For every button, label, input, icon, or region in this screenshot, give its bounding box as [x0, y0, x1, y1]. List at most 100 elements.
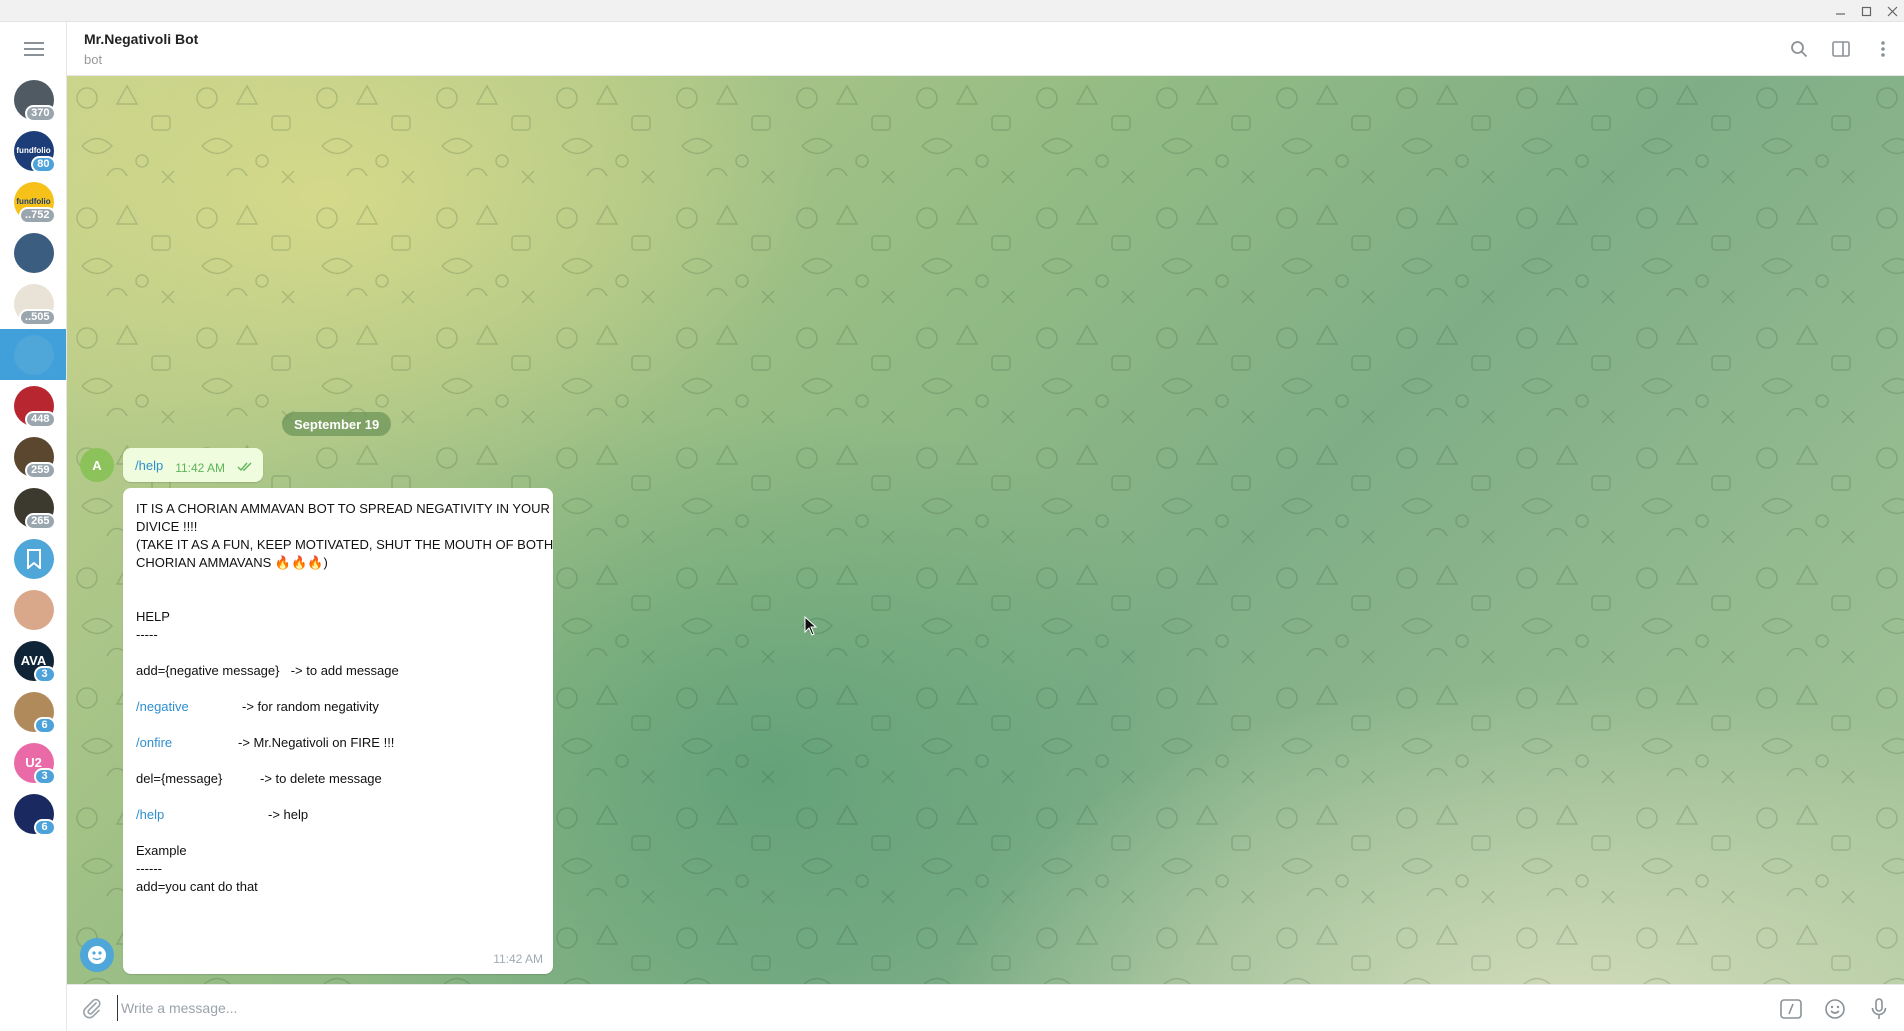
- rail-item[interactable]: 370: [0, 74, 66, 125]
- rail-item[interactable]: [0, 227, 66, 278]
- chat-rail: 370 fundfolio 80 fundfolio ..752 ..505 448 259 2…: [0, 22, 67, 1031]
- bot-avatar[interactable]: [80, 938, 114, 972]
- user-avatar[interactable]: A: [80, 448, 114, 482]
- unread-badge: 80: [31, 155, 56, 173]
- rail-item[interactable]: [0, 329, 66, 380]
- rail-item[interactable]: fundfolio 80: [0, 125, 66, 176]
- chat-title[interactable]: Mr.Negativoli Bot: [84, 31, 198, 47]
- avatar: [13, 589, 54, 630]
- message-input[interactable]: [117, 995, 1717, 1021]
- message-line: DIVICE !!!!: [136, 519, 198, 534]
- avatar-label: fundfolio: [16, 197, 51, 206]
- avatar: 6: [13, 691, 56, 734]
- message-time: 11:42 AM: [175, 461, 226, 475]
- avatar: 6: [13, 793, 56, 836]
- menu-button[interactable]: [0, 22, 66, 76]
- del-command-text: del={message}: [136, 771, 223, 786]
- unread-badge: 370: [25, 104, 56, 122]
- onfire-command-desc: -> Mr.Negativoli on FIRE !!!: [238, 735, 395, 750]
- rail-item[interactable]: [0, 584, 66, 635]
- chat-history[interactable]: September 19 A /help 11:42 AM IT IS A CH…: [67, 76, 1904, 984]
- rail-item[interactable]: fundfolio ..752: [0, 176, 66, 227]
- bot-face-icon: [88, 946, 106, 964]
- help-row-add: add={negative message} -> to add message: [136, 662, 539, 680]
- unread-badge: 6: [33, 716, 56, 734]
- help-command-link[interactable]: /help: [136, 806, 268, 824]
- avatar: 370: [13, 79, 56, 122]
- example-heading: Example: [136, 843, 187, 858]
- unread-badge: 3: [33, 665, 56, 683]
- search-icon[interactable]: [1790, 40, 1808, 58]
- rail-item[interactable]: [0, 533, 66, 584]
- del-command-desc: -> to delete message: [260, 771, 382, 786]
- unread-badge: 259: [25, 461, 56, 479]
- window-titlebar: [0, 0, 1904, 22]
- avatar: [13, 232, 54, 273]
- bot-commands-icon[interactable]: [1780, 998, 1802, 1020]
- close-icon[interactable]: [1886, 5, 1898, 17]
- emoji-icon[interactable]: [1824, 998, 1846, 1020]
- avatar: 265: [13, 487, 56, 530]
- unread-badge: ..505: [19, 308, 56, 326]
- avatar-label: fundfolio: [16, 146, 51, 155]
- rail-item[interactable]: U2 3: [0, 737, 66, 788]
- avatar: 259: [13, 436, 56, 479]
- more-options-icon[interactable]: [1874, 40, 1892, 58]
- rail-item[interactable]: 448: [0, 380, 66, 431]
- maximize-icon[interactable]: [1860, 5, 1872, 17]
- negative-command-link[interactable]: /negative: [136, 698, 242, 716]
- sidebar-toggle-icon[interactable]: [1832, 40, 1850, 58]
- example-text: add=you cant do that: [136, 879, 258, 894]
- onfire-command-link[interactable]: /onfire: [136, 734, 238, 752]
- bookmark-icon: [26, 548, 41, 569]
- date-separator: September 19: [282, 412, 392, 436]
- add-command-desc: -> to add message: [283, 663, 399, 678]
- microphone-icon[interactable]: [1868, 997, 1890, 1020]
- attach-icon[interactable]: [81, 997, 103, 1019]
- help-row-negative: /negative -> for random negativity: [136, 698, 539, 716]
- window-controls: [1834, 0, 1898, 22]
- add-command-text: add={negative message}: [136, 663, 280, 678]
- rail-item[interactable]: AVA 3: [0, 635, 66, 686]
- outgoing-message[interactable]: /help 11:42 AM: [123, 448, 264, 482]
- unread-badge: ..752: [19, 206, 56, 224]
- unread-badge: 6: [33, 818, 56, 836]
- chat-status: bot: [84, 52, 103, 67]
- header-actions: [1790, 22, 1892, 76]
- avatar: ..505: [13, 283, 56, 326]
- avatar: [13, 538, 54, 579]
- hamburger-icon: [23, 42, 44, 56]
- rail-item[interactable]: 6: [0, 686, 66, 737]
- minimize-icon[interactable]: [1834, 5, 1846, 17]
- divider-text: ------: [136, 861, 162, 876]
- message-time: 11:42 AM: [493, 952, 543, 966]
- chat-header[interactable]: Mr.Negativoli Bot bot: [67, 22, 1904, 76]
- help-row-onfire: /onfire -> Mr.Negativoli on FIRE !!!: [136, 734, 539, 752]
- help-row-del: del={message} -> to delete message: [136, 770, 539, 788]
- read-receipt-icon: [237, 459, 253, 477]
- avatar: fundfolio 80: [13, 130, 56, 173]
- message-line: IT IS A CHORIAN AMMAVAN BOT TO SPREAD NE…: [136, 501, 550, 516]
- rail-item[interactable]: 259: [0, 431, 66, 482]
- message-command-text[interactable]: /help: [135, 458, 163, 473]
- message-line: (TAKE IT AS A FUN, KEEP MOTIVATED, SHUT …: [136, 537, 553, 552]
- message-composer: [67, 984, 1904, 1031]
- incoming-message[interactable]: IT IS A CHORIAN AMMAVAN BOT TO SPREAD NE…: [123, 488, 553, 974]
- avatar: 448: [13, 385, 56, 428]
- help-heading: HELP: [136, 609, 170, 624]
- rail-item[interactable]: 265: [0, 482, 66, 533]
- avatar: [13, 334, 54, 375]
- avatar: U2 3: [13, 742, 56, 785]
- message-line: CHORIAN AMMAVANS 🔥🔥🔥): [136, 555, 328, 570]
- rail-item[interactable]: 6: [0, 788, 66, 839]
- avatar: AVA 3: [13, 640, 56, 683]
- rail-item[interactable]: ..505: [0, 278, 66, 329]
